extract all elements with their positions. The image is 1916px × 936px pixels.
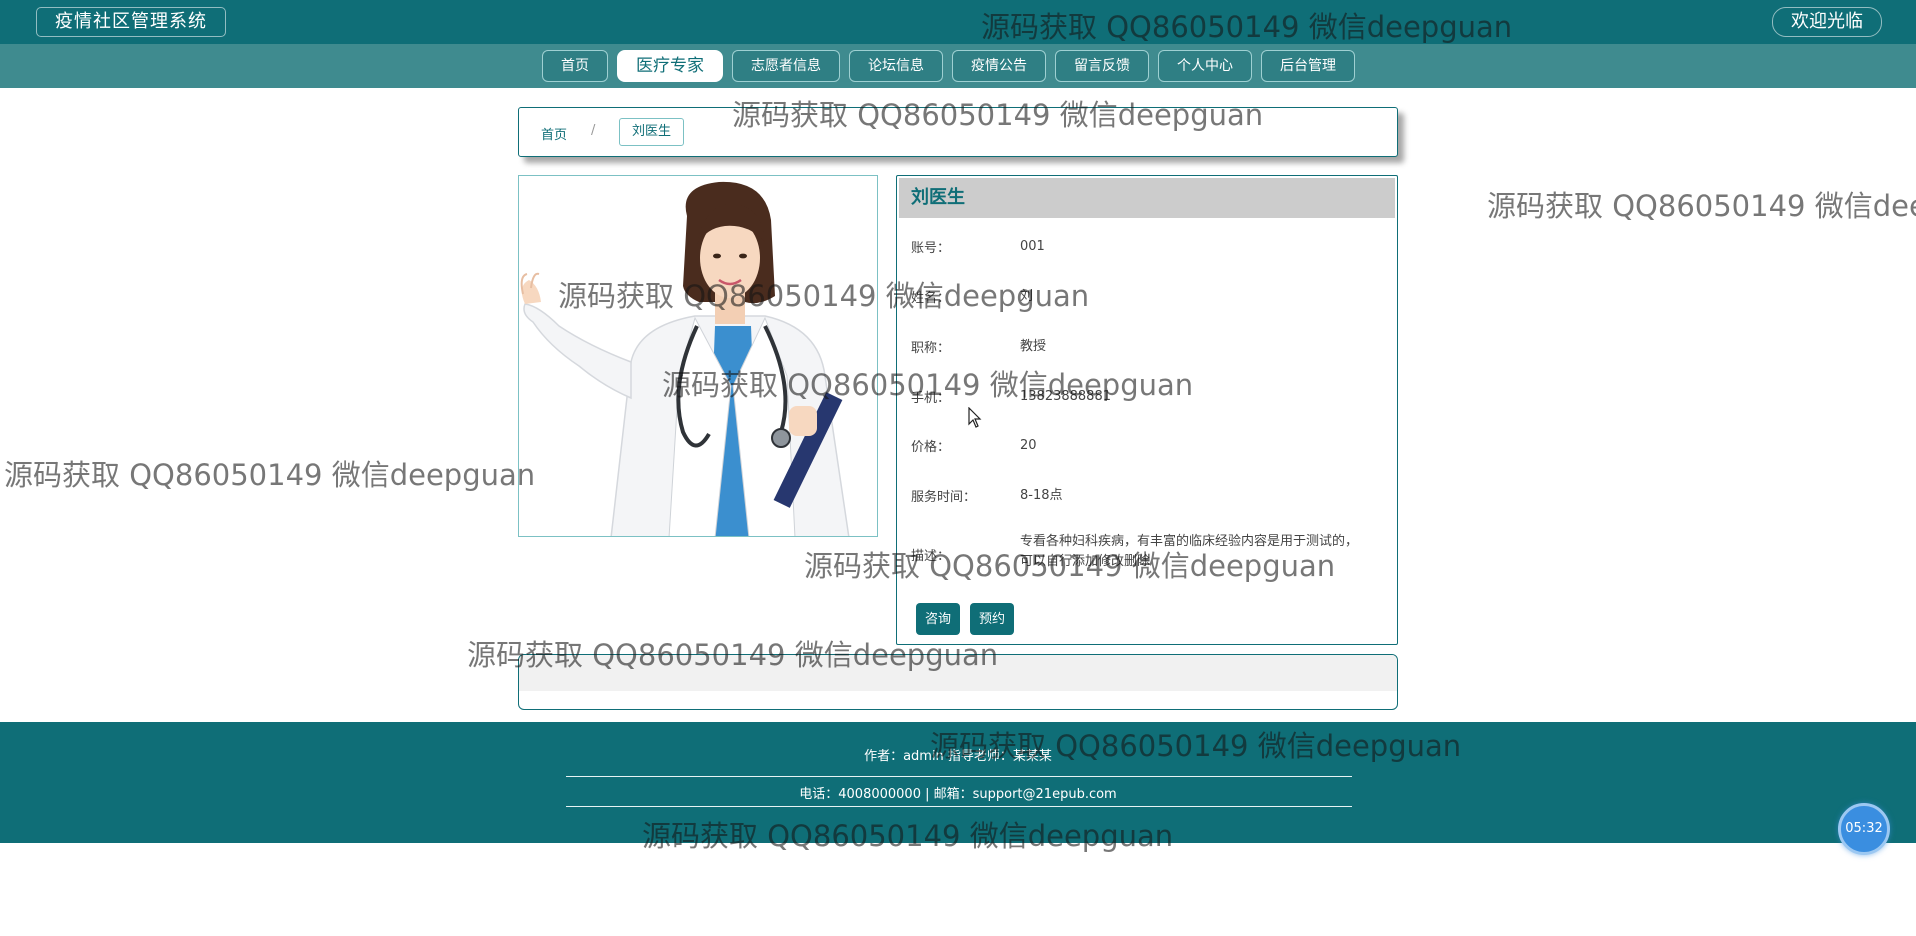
nav-item-admin[interactable]: 后台管理 <box>1261 50 1355 82</box>
field-label: 姓名： <box>911 291 951 306</box>
breadcrumb-current: 刘医生 <box>619 118 685 146</box>
footer-author: 作者：admin 指导老师：某某某 <box>864 749 1052 764</box>
field-label: 价格： <box>911 440 951 455</box>
doctor-photo <box>518 175 878 537</box>
nav-item-announcements[interactable]: 疫情公告 <box>952 50 1046 82</box>
breadcrumb-separator: / <box>591 123 596 138</box>
top-header: 疫情社区管理系统 欢迎光临 <box>0 0 1916 44</box>
doctor-name-title: 刘医生 <box>899 178 1395 218</box>
field-label: 手机： <box>911 391 951 406</box>
field-value: 专看各种妇科疾病，有丰富的临床经验内容是用于测试的，可以自行添加修改删除 <box>1020 534 1359 569</box>
field-value: 刘 <box>1020 289 1034 304</box>
nav-list: 首页 医疗专家 志愿者信息 论坛信息 疫情公告 留言反馈 个人中心 后台管理 <box>542 50 1355 82</box>
main-nav: 首页 医疗专家 志愿者信息 论坛信息 疫情公告 留言反馈 个人中心 后台管理 <box>0 44 1916 88</box>
nav-item-medical-experts[interactable]: 医疗专家 <box>617 50 723 82</box>
mouse-cursor-icon <box>968 407 982 428</box>
field-label: 描述： <box>911 549 951 564</box>
footer-contact: 电话：4008000000 | 邮箱：support@21epub.com <box>799 787 1117 802</box>
timer-badge[interactable]: 05:32 <box>1838 803 1890 855</box>
consult-button[interactable]: 咨询 <box>916 603 961 635</box>
field-value: 001 <box>1020 239 1045 254</box>
action-buttons: 咨询 预约 <box>916 603 1015 635</box>
field-value: 8-18点 <box>1020 488 1063 503</box>
doctor-illustration <box>519 176 877 536</box>
footer-divider <box>566 776 1352 777</box>
nav-item-feedback[interactable]: 留言反馈 <box>1055 50 1149 82</box>
reserve-button[interactable]: 预约 <box>970 603 1015 635</box>
field-value: 20 <box>1020 438 1037 453</box>
welcome-label: 欢迎光临 <box>1772 7 1882 37</box>
footer-divider <box>566 806 1352 807</box>
nav-item-personal-center[interactable]: 个人中心 <box>1158 50 1252 82</box>
nav-item-forum[interactable]: 论坛信息 <box>849 50 943 82</box>
nav-item-home[interactable]: 首页 <box>542 50 608 82</box>
field-value: 13823888881 <box>1020 389 1111 404</box>
breadcrumb-home-link[interactable]: 首页 <box>541 124 567 143</box>
watermark-text: 源码获取 QQ86050149 微信deepguan <box>1487 189 1916 223</box>
footer: 作者：admin 指导老师：某某某 电话：4008000000 | 邮箱：sup… <box>0 722 1916 843</box>
field-label: 服务时间： <box>911 490 977 505</box>
comment-section <box>518 654 1398 710</box>
comment-header-band <box>519 655 1397 691</box>
field-label: 账号： <box>911 241 951 256</box>
app-title: 疫情社区管理系统 <box>36 7 226 37</box>
field-label: 职称： <box>911 341 951 356</box>
watermark-text: 源码获取 QQ86050149 微信deepguan <box>4 458 536 492</box>
nav-item-volunteers[interactable]: 志愿者信息 <box>732 50 840 82</box>
field-value: 教授 <box>1020 339 1047 354</box>
breadcrumb: 首页 / 刘医生 <box>518 107 1398 157</box>
